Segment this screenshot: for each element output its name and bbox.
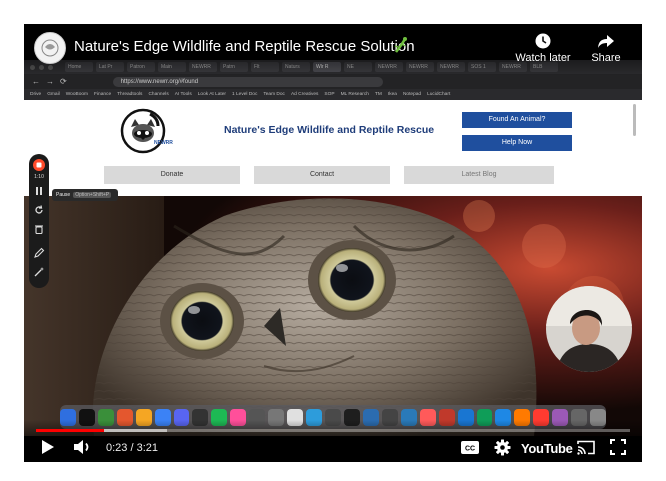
volume-icon — [74, 440, 89, 454]
pause-shortcut: Option+Shift+P — [73, 192, 112, 198]
bookmark-item: LucidChart — [427, 92, 451, 97]
bookmark-item: SOP — [324, 92, 335, 97]
bookmark-item: Look At Later — [197, 92, 227, 97]
pause-icon[interactable] — [33, 185, 45, 197]
restart-icon[interactable] — [33, 204, 45, 216]
bookmark-item: Gmail — [47, 92, 60, 97]
back-icon: ← — [32, 77, 40, 86]
raccoon-avatar-icon — [41, 39, 59, 57]
url-field: https://www.newrr.org/#found — [112, 76, 383, 87]
page-scrollbar — [633, 104, 636, 136]
progress-bar[interactable] — [36, 429, 630, 432]
nav-contact: Contact — [254, 166, 390, 184]
video-title-overlay: Nature's Edge Wildlife and Reptile Rescu… — [24, 24, 642, 76]
gear-icon — [494, 439, 510, 455]
bookmark-item: Drive — [30, 92, 42, 97]
browser-address-bar: ← → ⟳ https://www.newrr.org/#found — [24, 74, 642, 89]
fullscreen-button[interactable] — [608, 438, 628, 456]
bookmark-item: TM — [374, 92, 382, 97]
bookmark-item: AI Tools — [174, 92, 192, 97]
pause-tooltip-label: Pause — [56, 192, 71, 198]
bookmark-item: ML Research — [340, 92, 369, 97]
delete-icon[interactable] — [33, 223, 45, 235]
share-button[interactable]: Share — [586, 32, 626, 64]
time-display: 0:23 / 3:21 — [106, 442, 158, 454]
pause-tooltip: Pause Option+Shift+P — [52, 189, 118, 201]
clock-icon — [535, 33, 551, 49]
channel-avatar[interactable] — [34, 32, 66, 64]
bookmarks-bar: Drive Gmail WooBoom Finance Threadtools Chann… — [24, 89, 642, 100]
cast-icon — [577, 440, 595, 455]
bookmark-item: Threadtools — [117, 92, 143, 97]
bookmark-item: Notepad — [402, 92, 422, 97]
settings-button[interactable] — [492, 438, 512, 456]
fullscreen-icon — [610, 439, 626, 455]
loom-elapsed-time: 1:10 — [34, 174, 44, 180]
webcam-bubble — [546, 286, 632, 372]
bookmark-item: WooBoom — [65, 92, 89, 97]
raccoon-logo-icon — [120, 108, 166, 154]
svg-text:CC: CC — [465, 445, 475, 452]
share-label: Share — [591, 52, 621, 64]
captions-button[interactable]: CC — [460, 438, 480, 456]
bookmark-item: Team Doc — [263, 92, 285, 97]
nav-latest-blog: Latest Blog — [404, 166, 554, 184]
website-page: ⋮⋮ NEWRR Nature's Edge Wildlife and Rept… — [24, 100, 642, 436]
play-button[interactable] — [38, 438, 58, 456]
forward-icon: → — [46, 77, 54, 86]
share-arrow-icon — [598, 35, 614, 48]
cast-button[interactable] — [576, 438, 596, 456]
nav-donate: Donate — [104, 166, 240, 184]
watch-later-button[interactable]: Watch later — [512, 32, 574, 64]
site-title: Nature's Edge Wildlife and Reptile Rescu… — [224, 124, 435, 136]
watch-later-label: Watch later — [515, 52, 571, 64]
found-animal-button: Found An Animal? — [462, 112, 572, 128]
bookmark-item: Finance — [94, 92, 112, 97]
effects-icon[interactable] — [33, 266, 45, 278]
captions-icon: CC — [461, 440, 479, 454]
loom-control-bar: 1:10 — [29, 154, 49, 288]
progress-played — [36, 429, 104, 432]
volume-button[interactable] — [72, 438, 94, 456]
lizard-emoji-icon — [394, 37, 407, 53]
youtube-player[interactable]: HomeLat PrPatronMainNEWRRPatrnFltNatursW… — [24, 24, 642, 462]
draw-pen-icon[interactable] — [33, 247, 45, 259]
logo-text: NEWRR — [154, 140, 173, 146]
youtube-logo[interactable]: YouTube — [521, 441, 573, 456]
stop-recording-icon[interactable] — [33, 159, 45, 171]
bookmark-item: Channels — [148, 92, 169, 97]
bookmark-item: 1 Level Doc — [232, 92, 258, 97]
player-controls: 0:23 / 3:21 CC YouTube — [24, 420, 642, 462]
reload-icon: ⟳ — [60, 77, 67, 86]
recorded-screen: HomeLat PrPatronMainNEWRRPatrnFltNatursW… — [24, 60, 642, 436]
help-now-button: Help Now — [462, 135, 572, 151]
video-title[interactable]: Nature's Edge Wildlife and Reptile Rescu… — [74, 38, 415, 55]
play-icon — [42, 440, 54, 454]
bookmark-item: Ad Creatives — [290, 92, 319, 97]
bookmark-item: Ikea — [387, 92, 397, 97]
video-embed-frame: HomeLat PrPatronMainNEWRRPatrnFltNatursW… — [0, 0, 666, 481]
